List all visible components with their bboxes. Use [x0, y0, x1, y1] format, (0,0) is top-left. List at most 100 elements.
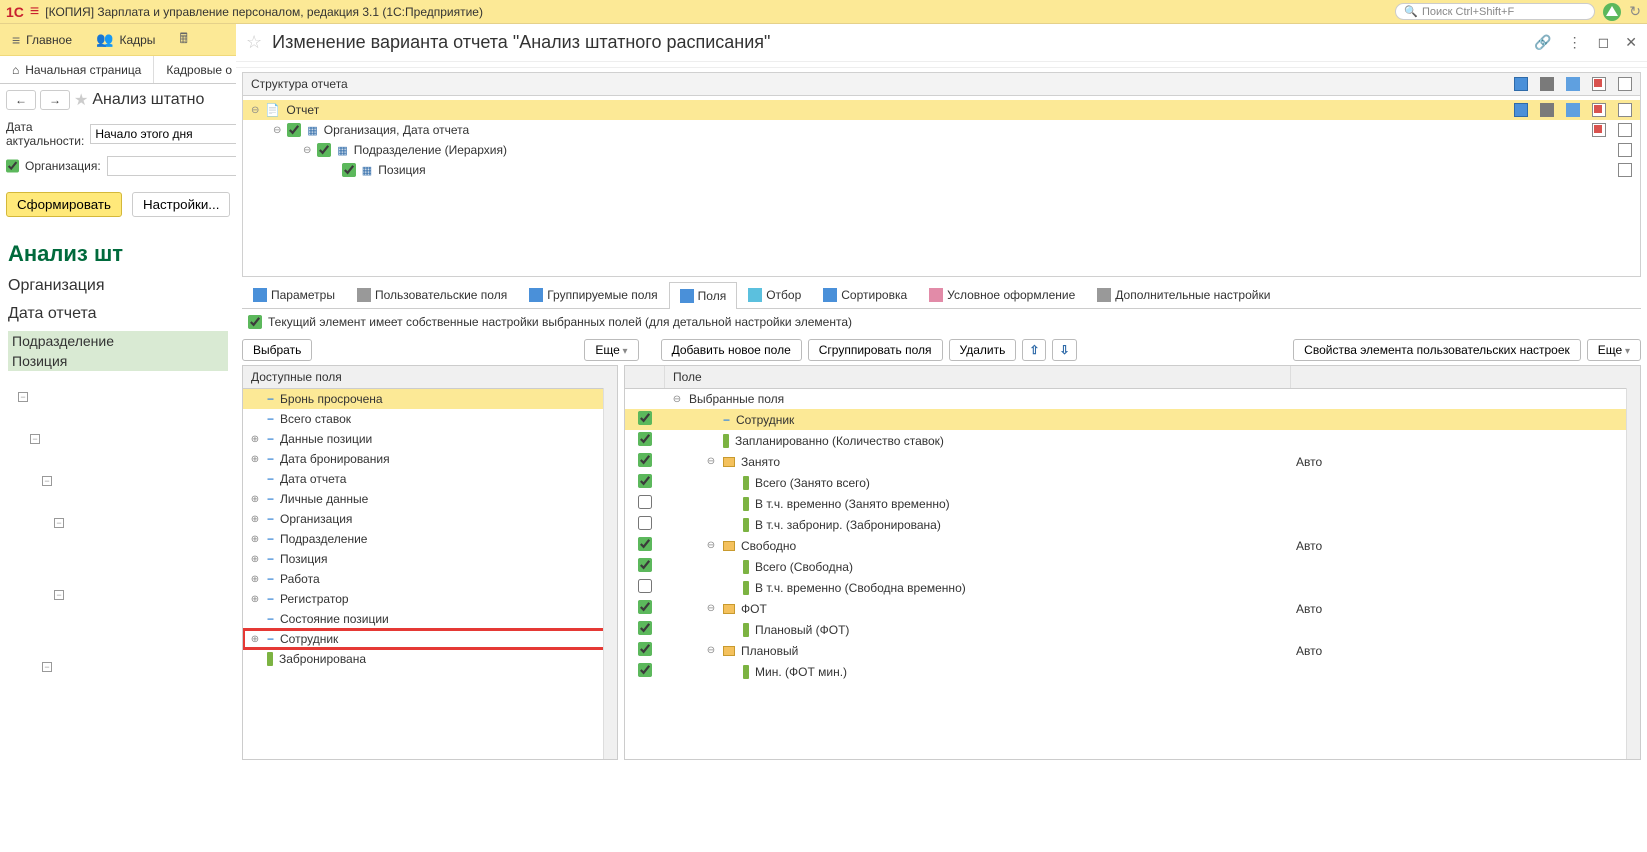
page-icon[interactable]: [1618, 103, 1632, 117]
notifications-icon[interactable]: [1603, 3, 1621, 21]
menu-kadry[interactable]: 👥Кадры: [84, 24, 167, 55]
scrollbar[interactable]: [603, 388, 617, 759]
tab-extra-settings[interactable]: Дополнительные настройки: [1086, 281, 1281, 308]
favorite-star-icon[interactable]: ★: [74, 90, 88, 110]
field-checkbox[interactable]: [638, 474, 652, 488]
tab-kadrovye[interactable]: Кадровые о: [154, 56, 245, 83]
user-settings-props-button[interactable]: Свойства элемента пользовательских настр…: [1293, 339, 1581, 361]
expand-icon[interactable]: ⊕: [249, 514, 261, 525]
date-input[interactable]: [90, 124, 255, 144]
page-icon[interactable]: [1618, 143, 1632, 157]
collapse-icon[interactable]: ⊖: [705, 603, 717, 614]
bar-view-icon[interactable]: [1566, 77, 1580, 91]
delete-button[interactable]: Удалить: [949, 339, 1017, 361]
field-checkbox[interactable]: [638, 432, 652, 446]
select-button[interactable]: Выбрать: [242, 339, 312, 361]
field-checkbox[interactable]: [638, 558, 652, 572]
available-field-row[interactable]: ⊕−Организация: [243, 509, 617, 529]
available-field-row[interactable]: ⊕−Подразделение: [243, 529, 617, 549]
available-field-row[interactable]: ⊕−Работа: [243, 569, 617, 589]
chart-view-icon[interactable]: [1540, 103, 1554, 117]
edit-icon[interactable]: [1592, 103, 1606, 117]
tab-user-fields[interactable]: Пользовательские поля: [346, 281, 518, 308]
expand-icon[interactable]: ⊕: [249, 594, 261, 605]
selected-field-row[interactable]: ⊖ФОТАвто: [625, 598, 1640, 619]
maximize-icon[interactable]: ◻: [1598, 34, 1610, 51]
chart-view-icon[interactable]: [1540, 77, 1554, 91]
generate-button[interactable]: Сформировать: [6, 192, 122, 217]
expand-icon[interactable]: ⊕: [249, 574, 261, 585]
selected-field-row[interactable]: В т.ч. временно (Занято временно): [625, 493, 1640, 514]
available-field-row[interactable]: ⊕−Позиция: [243, 549, 617, 569]
group-fields-button[interactable]: Сгруппировать поля: [808, 339, 943, 361]
tab-parameters[interactable]: Параметры: [242, 281, 346, 308]
menu-main[interactable]: ≡Главное: [0, 24, 84, 55]
available-field-row[interactable]: −Бронь просрочена: [243, 389, 617, 409]
selected-field-row[interactable]: Всего (Занято всего): [625, 472, 1640, 493]
tab-filter[interactable]: Отбор: [737, 281, 812, 308]
available-field-row[interactable]: ⊕−Личные данные: [243, 489, 617, 509]
field-checkbox[interactable]: [638, 621, 652, 635]
collapse-icon[interactable]: ⊖: [671, 394, 683, 405]
available-field-row[interactable]: Забронирована: [243, 649, 617, 669]
tab-group-fields[interactable]: Группируемые поля: [518, 281, 668, 308]
structure-row[interactable]: ▦ Позиция: [243, 160, 1640, 180]
selected-field-row[interactable]: Запланированно (Количество ставок): [625, 430, 1640, 451]
field-checkbox[interactable]: [638, 495, 652, 509]
move-up-button[interactable]: ⇧: [1022, 339, 1046, 361]
collapse-icon[interactable]: ⊖: [705, 456, 717, 467]
close-icon[interactable]: ✕: [1625, 34, 1637, 51]
collapse-icon[interactable]: ⊖: [273, 125, 281, 136]
collapse-icon[interactable]: ⊖: [705, 540, 717, 551]
field-checkbox[interactable]: [638, 642, 652, 656]
nav-back-button[interactable]: ←: [6, 90, 36, 110]
settings-button[interactable]: Настройки...: [132, 192, 230, 217]
available-field-row[interactable]: −Дата отчета: [243, 469, 617, 489]
field-checkbox[interactable]: [638, 600, 652, 614]
tab-fields[interactable]: Поля: [669, 282, 738, 309]
page-icon[interactable]: [1618, 163, 1632, 177]
tab-start[interactable]: ⌂Начальная страница: [0, 56, 154, 83]
history-icon[interactable]: ↻: [1629, 3, 1641, 20]
expand-icon[interactable]: ⊕: [249, 454, 261, 465]
structure-row-report[interactable]: ⊖ 📄 Отчет: [243, 100, 1640, 120]
menu-calc[interactable]: 🖩: [167, 24, 199, 55]
edit-icon[interactable]: [1592, 123, 1606, 137]
structure-checkbox[interactable]: [342, 163, 356, 177]
field-checkbox[interactable]: [638, 411, 652, 425]
field-checkbox[interactable]: [638, 579, 652, 593]
expand-icon[interactable]: ⊕: [249, 534, 261, 545]
field-checkbox[interactable]: [638, 516, 652, 530]
tab-sort[interactable]: Сортировка: [812, 281, 918, 308]
structure-checkbox[interactable]: [287, 123, 301, 137]
page-icon[interactable]: [1618, 123, 1632, 137]
selected-field-row[interactable]: Мин. (ФОТ мин.): [625, 661, 1640, 682]
nav-forward-button[interactable]: →: [40, 90, 70, 110]
available-field-row[interactable]: −Всего ставок: [243, 409, 617, 429]
more-button[interactable]: Еще: [584, 339, 638, 361]
selected-field-row[interactable]: В т.ч. временно (Свободна временно): [625, 577, 1640, 598]
selected-field-row[interactable]: ⊖ПлановыйАвто: [625, 640, 1640, 661]
field-checkbox[interactable]: [638, 453, 652, 467]
own-settings-checkbox[interactable]: [248, 315, 262, 329]
favorite-star-icon[interactable]: ☆: [246, 32, 262, 53]
selected-fields-root[interactable]: ⊖Выбранные поля: [625, 389, 1640, 409]
link-icon[interactable]: 🔗: [1534, 34, 1551, 51]
available-field-row[interactable]: −Состояние позиции: [243, 609, 617, 629]
menu-burger-icon[interactable]: ≡: [30, 3, 39, 21]
page-icon[interactable]: [1618, 77, 1632, 91]
collapse-icon[interactable]: ⊖: [705, 645, 717, 656]
available-field-row[interactable]: ⊕−Дата бронирования: [243, 449, 617, 469]
collapse-icon[interactable]: ⊖: [251, 105, 259, 116]
tab-conditional-format[interactable]: Условное оформление: [918, 281, 1086, 308]
global-search[interactable]: 🔍 Поиск Ctrl+Shift+F: [1395, 3, 1595, 20]
expand-icon[interactable]: ⊕: [249, 554, 261, 565]
collapse-icon[interactable]: ⊖: [303, 145, 311, 156]
field-checkbox[interactable]: [638, 663, 652, 677]
expand-icon[interactable]: ⊕: [249, 634, 261, 645]
more-icon[interactable]: ⋮: [1568, 34, 1582, 51]
selected-field-row[interactable]: ⊖СвободноАвто: [625, 535, 1640, 556]
selected-field-row[interactable]: −Сотрудник: [625, 409, 1640, 430]
table-view-icon[interactable]: [1514, 77, 1528, 91]
structure-checkbox[interactable]: [317, 143, 331, 157]
